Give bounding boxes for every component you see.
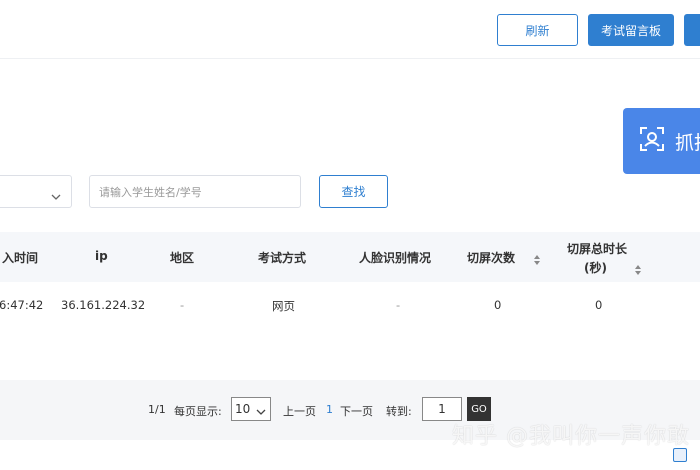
sort-icon[interactable] [533, 251, 541, 265]
sort-icon[interactable] [634, 261, 642, 275]
cell-entry-time: 6:47:42 [0, 298, 44, 312]
cell-ip: 36.161.224.32 [61, 298, 146, 312]
cell-face-status: - [396, 298, 401, 312]
more-button[interactable] [684, 14, 700, 46]
header-switch-total-line1[interactable]: 切屏总时长 [567, 240, 627, 257]
capture-label: 抓拍 [675, 131, 700, 154]
student-search-input[interactable]: 请输入学生姓名/学号 [89, 175, 301, 208]
header-face-status: 人脸识别情况 [359, 251, 432, 265]
cell-switch-count: 0 [494, 298, 502, 312]
cell-region: - [180, 298, 185, 312]
message-board-button[interactable]: 考试留言板 [588, 14, 674, 46]
cell-switch-total: 0 [595, 298, 603, 312]
per-page-label: 每页显示: [174, 405, 222, 418]
header-exam-mode: 考试方式 [258, 251, 307, 265]
app-icon [673, 448, 687, 462]
per-page-value: 10 [235, 402, 251, 416]
header-ip: ip [95, 249, 108, 263]
face-scan-icon [639, 126, 665, 156]
class-select[interactable] [0, 175, 72, 208]
header-switch-count[interactable]: 切屏次数 [467, 249, 515, 266]
chevron-down-icon [51, 186, 61, 205]
watermark: 知乎 @我叫你一声你敢 [452, 424, 690, 449]
header-region: 地区 [170, 251, 195, 265]
next-page-link[interactable]: 下一页 [340, 403, 373, 419]
refresh-button[interactable]: 刷新 [497, 14, 578, 46]
current-page: 1 [326, 403, 333, 416]
top-divider [0, 58, 700, 59]
chevron-down-icon [256, 405, 266, 419]
capture-button[interactable]: 抓拍 [623, 108, 700, 174]
find-button[interactable]: 查找 [319, 175, 388, 208]
per-page-select[interactable]: 10 [231, 397, 271, 421]
page-info: 1/1 [148, 403, 166, 416]
jump-label: 转到: [386, 405, 412, 418]
cell-exam-mode: 网页 [272, 299, 295, 313]
header-switch-total-line2[interactable]: (秒) [584, 259, 607, 276]
prev-page-link[interactable]: 上一页 [283, 403, 316, 419]
header-entry-time: 入时间 [2, 251, 39, 265]
